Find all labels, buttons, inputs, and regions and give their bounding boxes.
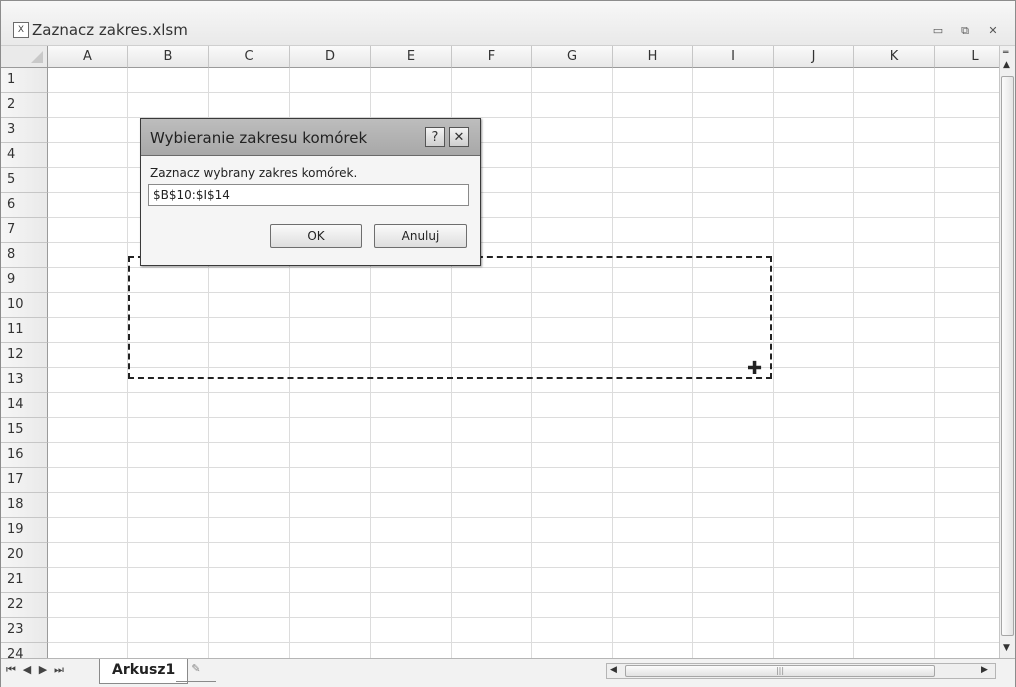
split-handle-icon[interactable]: ═ bbox=[1003, 48, 1008, 58]
gridline bbox=[48, 417, 999, 418]
row-header-16[interactable]: 16 bbox=[1, 443, 48, 468]
gridline bbox=[48, 92, 999, 93]
gridline bbox=[934, 68, 935, 658]
row-header-7[interactable]: 7 bbox=[1, 218, 48, 243]
gridline bbox=[48, 392, 999, 393]
scroll-up-icon[interactable]: ▲ bbox=[1003, 60, 1010, 70]
help-icon[interactable]: ? bbox=[425, 127, 445, 147]
gridline bbox=[48, 592, 999, 593]
row-header-13[interactable]: 13 bbox=[1, 368, 48, 393]
dialog-body: Zaznacz wybrany zakres komórek. OK Anulu… bbox=[141, 156, 480, 265]
column-header-J[interactable]: J bbox=[774, 46, 854, 68]
vertical-scrollbar[interactable]: ═ ▲ ▼ bbox=[999, 46, 1015, 658]
gridline bbox=[48, 542, 999, 543]
scroll-right-icon[interactable]: ▶ bbox=[981, 665, 988, 675]
column-header-H[interactable]: H bbox=[613, 46, 693, 68]
insert-sheet-icon[interactable]: ✎ bbox=[176, 659, 216, 682]
row-header-15[interactable]: 15 bbox=[1, 418, 48, 443]
gridline bbox=[48, 467, 999, 468]
vertical-scroll-thumb[interactable] bbox=[1001, 76, 1014, 636]
gridline bbox=[853, 68, 854, 658]
ok-button[interactable]: OK bbox=[270, 224, 362, 248]
row-header-20[interactable]: 20 bbox=[1, 543, 48, 568]
column-header-E[interactable]: E bbox=[371, 46, 452, 68]
row-header-9[interactable]: 9 bbox=[1, 268, 48, 293]
dialog-title: Wybieranie zakresu komórek bbox=[150, 129, 368, 147]
gridline bbox=[48, 617, 999, 618]
scroll-down-icon[interactable]: ▼ bbox=[1003, 643, 1010, 653]
restore-button[interactable]: ⧉ bbox=[957, 24, 973, 38]
selection-marquee bbox=[128, 256, 772, 379]
column-header-C[interactable]: C bbox=[209, 46, 290, 68]
horizontal-scroll-thumb[interactable]: ||| bbox=[625, 665, 935, 677]
row-header-17[interactable]: 17 bbox=[1, 468, 48, 493]
row-header-6[interactable]: 6 bbox=[1, 193, 48, 218]
column-header-I[interactable]: I bbox=[693, 46, 774, 68]
select-all-corner[interactable] bbox=[1, 46, 48, 68]
sheet-tab-arkusz1[interactable]: Arkusz1 bbox=[99, 659, 189, 684]
row-header-5[interactable]: 5 bbox=[1, 168, 48, 193]
row-header-22[interactable]: 22 bbox=[1, 593, 48, 618]
close-button[interactable]: ✕ bbox=[985, 24, 1001, 38]
column-header-D[interactable]: D bbox=[290, 46, 371, 68]
range-select-dialog: Wybieranie zakresu komórek ? ✕ Zaznacz w… bbox=[140, 118, 481, 266]
last-sheet-icon[interactable]: ⏭ bbox=[53, 663, 65, 677]
first-sheet-icon[interactable]: ⏮ bbox=[5, 663, 17, 677]
next-sheet-icon[interactable]: ▶ bbox=[37, 663, 49, 676]
sheet-bar: ⏮ ◀ ▶ ⏭ Arkusz1 ✎ ◀ ||| ▶ bbox=[1, 658, 1015, 687]
row-header-12[interactable]: 12 bbox=[1, 343, 48, 368]
gridline bbox=[48, 492, 999, 493]
minimize-button[interactable]: ▭ bbox=[930, 24, 946, 38]
row-header-11[interactable]: 11 bbox=[1, 318, 48, 343]
title-bar: X Zaznacz zakres.xlsm ▭ ⧉ ✕ bbox=[1, 1, 1015, 46]
column-header-G[interactable]: G bbox=[532, 46, 613, 68]
gridline bbox=[773, 68, 774, 658]
row-header-2[interactable]: 2 bbox=[1, 93, 48, 118]
gridline bbox=[48, 642, 999, 643]
row-header-10[interactable]: 10 bbox=[1, 293, 48, 318]
column-header-L[interactable]: L bbox=[935, 46, 999, 68]
column-header-F[interactable]: F bbox=[452, 46, 532, 68]
column-header-K[interactable]: K bbox=[854, 46, 935, 68]
column-header-A[interactable]: A bbox=[48, 46, 128, 68]
dialog-prompt: Zaznacz wybrany zakres komórek. bbox=[150, 166, 358, 180]
row-header-3[interactable]: 3 bbox=[1, 118, 48, 143]
row-header-4[interactable]: 4 bbox=[1, 143, 48, 168]
scroll-left-icon[interactable]: ◀ bbox=[610, 665, 617, 675]
range-input[interactable] bbox=[148, 184, 469, 206]
row-header-14[interactable]: 14 bbox=[1, 393, 48, 418]
row-header-24[interactable]: 24 bbox=[1, 643, 48, 658]
dialog-close-icon[interactable]: ✕ bbox=[449, 127, 469, 147]
row-header-19[interactable]: 19 bbox=[1, 518, 48, 543]
row-header-18[interactable]: 18 bbox=[1, 493, 48, 518]
column-header-B[interactable]: B bbox=[128, 46, 209, 68]
cancel-button[interactable]: Anuluj bbox=[374, 224, 467, 248]
row-header-8[interactable]: 8 bbox=[1, 243, 48, 268]
gridline bbox=[48, 442, 999, 443]
gridline bbox=[48, 567, 999, 568]
cell-cursor-icon: ✚ bbox=[747, 358, 763, 379]
row-header-1[interactable]: 1 bbox=[1, 68, 48, 93]
gridline bbox=[48, 517, 999, 518]
dialog-title-bar[interactable]: Wybieranie zakresu komórek ? ✕ bbox=[141, 119, 480, 156]
excel-window: X Zaznacz zakres.xlsm ▭ ⧉ ✕ ABCDEFGHIJKL… bbox=[0, 0, 1016, 687]
prev-sheet-icon[interactable]: ◀ bbox=[21, 663, 33, 676]
excel-file-icon: X bbox=[13, 22, 29, 38]
horizontal-scrollbar[interactable]: ◀ ||| ▶ bbox=[606, 663, 996, 679]
row-header-21[interactable]: 21 bbox=[1, 568, 48, 593]
row-header-23[interactable]: 23 bbox=[1, 618, 48, 643]
window-title: Zaznacz zakres.xlsm bbox=[32, 21, 188, 39]
